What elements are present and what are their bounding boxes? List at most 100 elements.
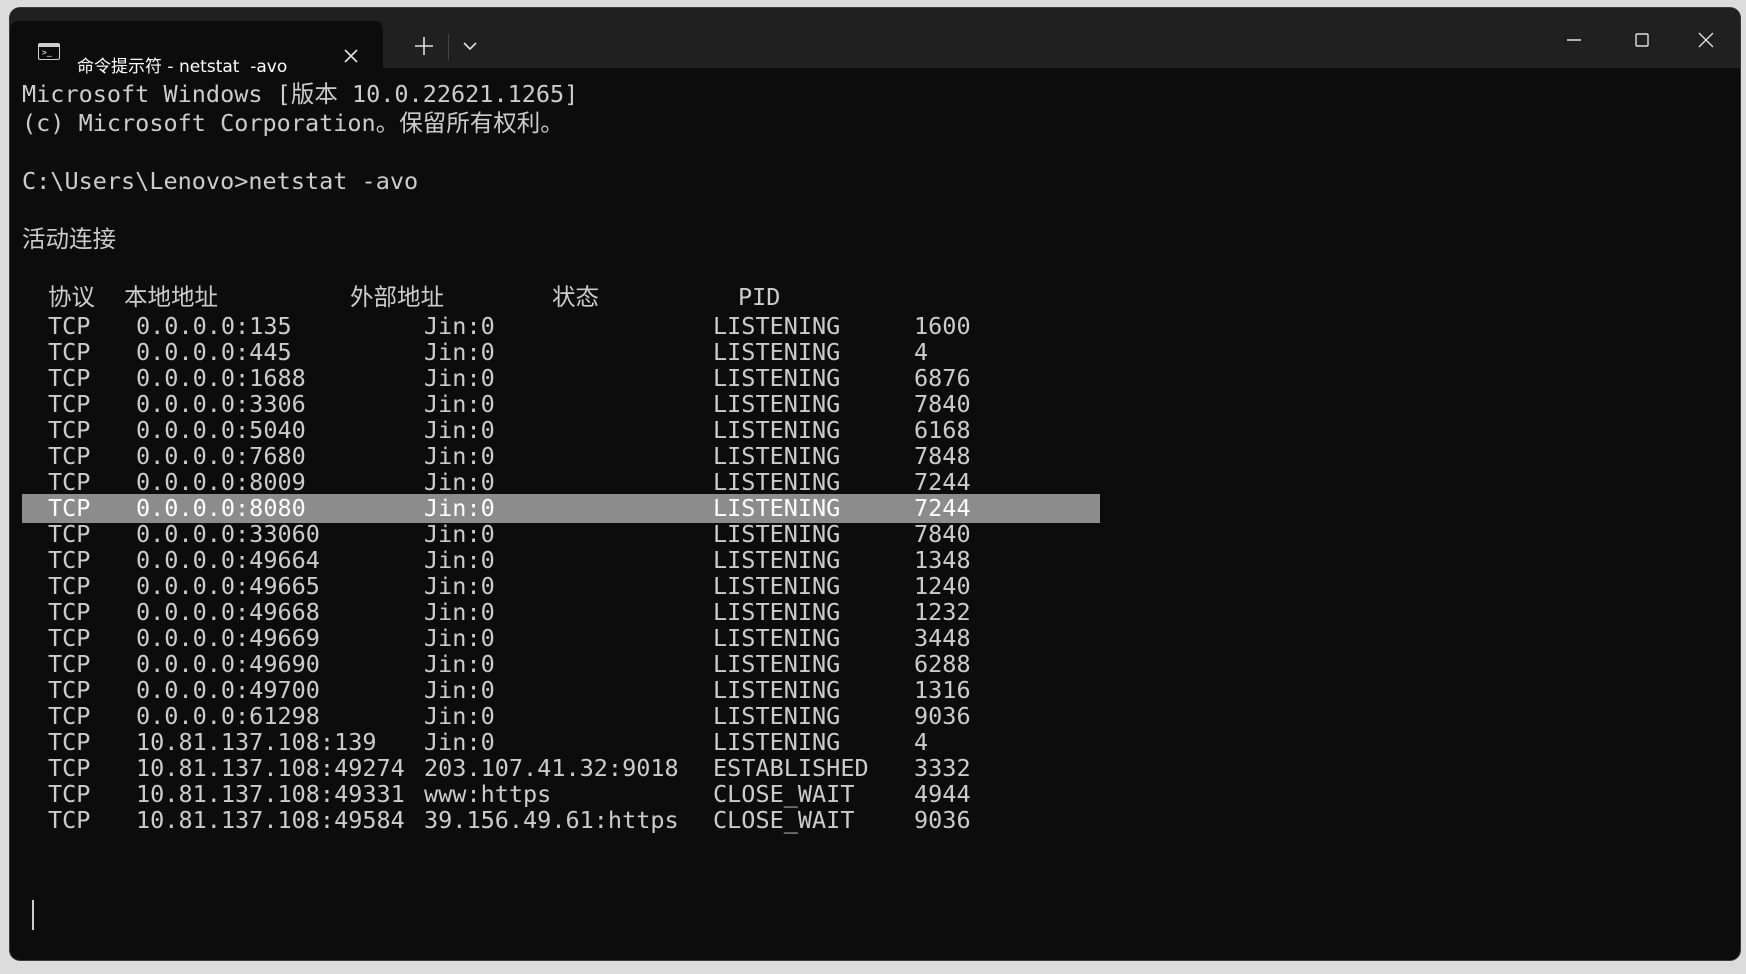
cell-foreign: Jin:0 bbox=[424, 312, 495, 340]
cell-local: 0.0.0.0:3306 bbox=[136, 390, 306, 418]
table-header: 协议 本地地址 外部地址 状态 PID bbox=[22, 283, 1100, 312]
cell-foreign: Jin:0 bbox=[424, 702, 495, 730]
cell-foreign: Jin:0 bbox=[424, 364, 495, 392]
cell-pid: 4944 bbox=[914, 780, 971, 808]
table-row[interactable]: TCP 10.81.137.108:139 Jin:0 LISTENING 4 bbox=[22, 728, 1100, 757]
cell-proto: TCP bbox=[48, 572, 91, 600]
cell-state: LISTENING bbox=[713, 676, 841, 704]
banner-copyright: (c) Microsoft Corporation。保留所有权利。 bbox=[22, 109, 564, 137]
cell-local: 0.0.0.0:49690 bbox=[136, 650, 320, 678]
cell-proto: TCP bbox=[48, 676, 91, 704]
cell-local: 10.81.137.108:49584 bbox=[136, 806, 405, 834]
cell-pid: 3448 bbox=[914, 624, 971, 652]
table-row[interactable]: TCP 0.0.0.0:33060 Jin:0 LISTENING 7840 bbox=[22, 520, 1100, 549]
cell-state: LISTENING bbox=[713, 390, 841, 418]
tab-dropdown-button[interactable] bbox=[450, 26, 490, 66]
cell-foreign: Jin:0 bbox=[424, 416, 495, 444]
table-row[interactable]: TCP 0.0.0.0:1688 Jin:0 LISTENING 6876 bbox=[22, 364, 1100, 393]
cell-foreign: www:https bbox=[424, 780, 552, 808]
maximize-button[interactable] bbox=[1608, 8, 1676, 68]
cell-foreign: Jin:0 bbox=[424, 390, 495, 418]
cell-pid: 1316 bbox=[914, 676, 971, 704]
cell-proto: TCP bbox=[48, 442, 91, 470]
cell-foreign: Jin:0 bbox=[424, 728, 495, 756]
cell-proto: TCP bbox=[48, 364, 91, 392]
cell-local: 0.0.0.0:49665 bbox=[136, 572, 320, 600]
table-row[interactable]: TCP 0.0.0.0:8080 Jin:0 LISTENING 7244 bbox=[22, 494, 1100, 523]
tab-divider bbox=[448, 34, 449, 60]
cell-proto: TCP bbox=[48, 520, 91, 548]
cell-state: CLOSE_WAIT bbox=[713, 780, 855, 808]
cell-local: 0.0.0.0:49668 bbox=[136, 598, 320, 626]
plus-icon bbox=[415, 37, 433, 55]
cell-local: 0.0.0.0:135 bbox=[136, 312, 292, 340]
tab-command-prompt[interactable]: >_ 命令提示符 - netstat -avo bbox=[10, 21, 383, 77]
cell-pid: 6288 bbox=[914, 650, 971, 678]
table-row[interactable]: TCP 0.0.0.0:49664 Jin:0 LISTENING 1348 bbox=[22, 546, 1100, 575]
cell-foreign: Jin:0 bbox=[424, 598, 495, 626]
text-cursor bbox=[32, 900, 34, 930]
cell-pid: 4 bbox=[914, 728, 929, 756]
cell-pid: 7840 bbox=[914, 390, 971, 418]
title-bar[interactable]: >_ 命令提示符 - netstat -avo bbox=[10, 8, 1740, 77]
cell-proto: TCP bbox=[48, 650, 91, 678]
table-row[interactable]: TCP 0.0.0.0:135 Jin:0 LISTENING 1600 bbox=[22, 312, 1100, 341]
close-icon bbox=[1698, 32, 1714, 48]
cell-foreign: Jin:0 bbox=[424, 520, 495, 548]
table-row[interactable]: TCP 10.81.137.108:49274 203.107.41.32:9018… bbox=[22, 754, 1100, 783]
new-tab-button[interactable] bbox=[404, 26, 444, 66]
cell-local: 0.0.0.0:61298 bbox=[136, 702, 320, 730]
cell-foreign: Jin:0 bbox=[424, 494, 495, 522]
cell-proto: TCP bbox=[48, 806, 91, 834]
cell-pid: 9036 bbox=[914, 806, 971, 834]
close-window-button[interactable] bbox=[1672, 8, 1740, 68]
cell-foreign: 203.107.41.32:9018 bbox=[424, 754, 679, 782]
cell-local: 0.0.0.0:1688 bbox=[136, 364, 306, 392]
cell-foreign: Jin:0 bbox=[424, 546, 495, 574]
cell-foreign: Jin:0 bbox=[424, 650, 495, 678]
header-local: 本地地址 bbox=[124, 283, 218, 311]
table-row[interactable]: TCP 0.0.0.0:61298 Jin:0 LISTENING 9036 bbox=[22, 702, 1100, 731]
table-row[interactable]: TCP 10.81.137.108:49331 www:https CLOSE_WAI… bbox=[22, 780, 1100, 809]
table-row[interactable]: TCP 0.0.0.0:49669 Jin:0 LISTENING 3448 bbox=[22, 624, 1100, 653]
minimize-button[interactable] bbox=[1540, 8, 1608, 68]
table-row[interactable]: TCP 0.0.0.0:49665 Jin:0 LISTENING 1240 bbox=[22, 572, 1100, 601]
banner-version: Microsoft Windows [版本 10.0.22621.1265] bbox=[22, 80, 579, 108]
cell-state: LISTENING bbox=[713, 416, 841, 444]
table-row[interactable]: TCP 0.0.0.0:445 Jin:0 LISTENING 4 bbox=[22, 338, 1100, 367]
cell-foreign: Jin:0 bbox=[424, 624, 495, 652]
table-row[interactable]: TCP 0.0.0.0:8009 Jin:0 LISTENING 7244 bbox=[22, 468, 1100, 497]
cell-pid: 4 bbox=[914, 338, 929, 366]
table-row[interactable]: TCP 0.0.0.0:3306 Jin:0 LISTENING 7840 bbox=[22, 390, 1100, 419]
cell-pid: 7848 bbox=[914, 442, 971, 470]
cell-state: LISTENING bbox=[713, 650, 841, 678]
cell-state: LISTENING bbox=[713, 494, 841, 522]
table-row[interactable]: TCP 0.0.0.0:49700 Jin:0 LISTENING 1316 bbox=[22, 676, 1100, 705]
cell-pid: 7840 bbox=[914, 520, 971, 548]
cell-local: 0.0.0.0:8080 bbox=[136, 494, 306, 522]
cell-state: LISTENING bbox=[713, 624, 841, 652]
cell-local: 10.81.137.108:139 bbox=[136, 728, 377, 756]
console-output[interactable]: Microsoft Windows [版本 10.0.22621.1265] (… bbox=[22, 80, 1740, 960]
header-state: 状态 bbox=[552, 283, 599, 311]
cell-state: LISTENING bbox=[713, 442, 841, 470]
table-row[interactable]: TCP 0.0.0.0:7680 Jin:0 LISTENING 7848 bbox=[22, 442, 1100, 471]
tab-close-button[interactable] bbox=[340, 45, 362, 67]
cell-proto: TCP bbox=[48, 728, 91, 756]
table-row[interactable]: TCP 0.0.0.0:49690 Jin:0 LISTENING 6288 bbox=[22, 650, 1100, 679]
cell-state: LISTENING bbox=[713, 468, 841, 496]
cell-state: LISTENING bbox=[713, 728, 841, 756]
cell-foreign: Jin:0 bbox=[424, 442, 495, 470]
cell-proto: TCP bbox=[48, 390, 91, 418]
cell-proto: TCP bbox=[48, 624, 91, 652]
table-row[interactable]: TCP 10.81.137.108:49584 39.156.49.61:https… bbox=[22, 806, 1100, 835]
cell-local: 10.81.137.108:49274 bbox=[136, 754, 405, 782]
cell-proto: TCP bbox=[48, 754, 91, 782]
table-row[interactable]: TCP 0.0.0.0:49668 Jin:0 LISTENING 1232 bbox=[22, 598, 1100, 627]
table-row[interactable]: TCP 0.0.0.0:5040 Jin:0 LISTENING 6168 bbox=[22, 416, 1100, 445]
cell-state: LISTENING bbox=[713, 364, 841, 392]
cell-pid: 6876 bbox=[914, 364, 971, 392]
cell-local: 0.0.0.0:49664 bbox=[136, 546, 320, 574]
cell-pid: 1232 bbox=[914, 598, 971, 626]
chevron-down-icon bbox=[463, 42, 477, 51]
